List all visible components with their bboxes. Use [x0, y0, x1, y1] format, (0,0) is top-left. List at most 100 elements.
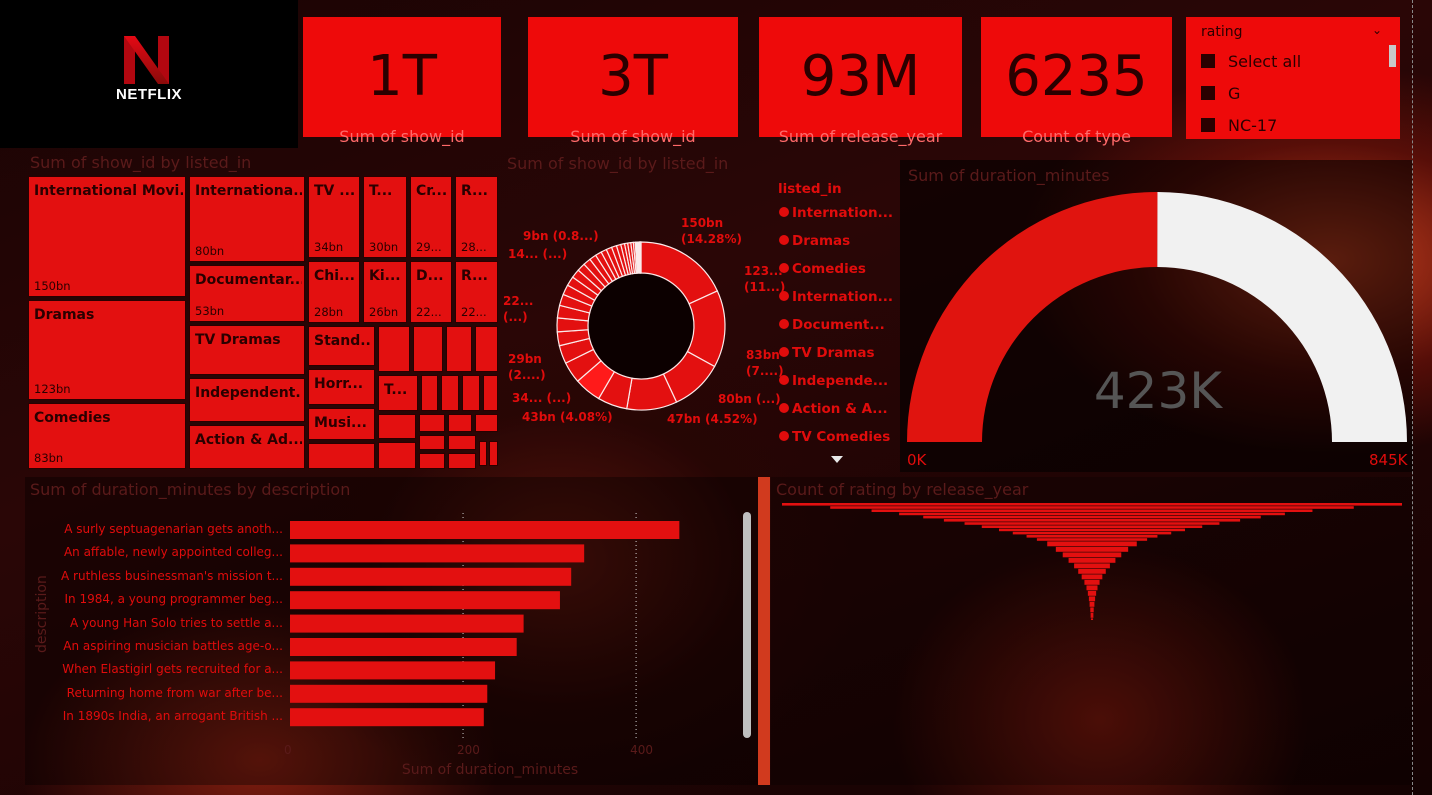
donut-data-label: 47bn (4.52%): [667, 412, 758, 426]
bar-scrollbar[interactable]: [743, 512, 751, 738]
treemap-tile[interactable]: TV Dramas: [189, 325, 305, 375]
treemap-tile[interactable]: Cr... 29...: [410, 176, 452, 258]
kpi-label: Sum of release_year: [778, 127, 943, 146]
donut-data-label: 29bn (2....): [508, 352, 546, 382]
donut-data-label: 43bn (4.08%): [522, 410, 613, 424]
donut-data-label: 150bn (14.28%): [681, 216, 742, 246]
treemap-tile[interactable]: [441, 375, 459, 411]
slicer-option-nc-17[interactable]: NC-17: [1201, 116, 1277, 135]
donut-data-label: 34... (...): [512, 391, 572, 405]
treemap-tile[interactable]: [378, 326, 410, 372]
treemap-tile[interactable]: Dramas 123bn: [28, 300, 186, 400]
kpi-card-sum-release-year[interactable]: 93M Sum of release_year: [759, 17, 962, 146]
treemap-tile[interactable]: Musi...: [308, 408, 375, 440]
funnel-bar: [871, 509, 1313, 512]
legend-item[interactable]: Internation...: [779, 289, 893, 305]
checkbox-icon[interactable]: [1201, 118, 1215, 132]
treemap-tile[interactable]: [419, 453, 445, 469]
legend-item[interactable]: Independe...: [779, 373, 888, 389]
funnel-bar: [1090, 612, 1094, 618]
treemap-tile[interactable]: Stand...: [308, 326, 375, 366]
treemap-tile[interactable]: D... 22...: [410, 261, 452, 323]
kpi-card-count-of-type[interactable]: 6235 Count of type: [981, 17, 1172, 146]
treemap-tile[interactable]: TV ... 34bn: [308, 176, 360, 258]
legend-item[interactable]: Document...: [779, 317, 885, 333]
funnel-bar: [1068, 557, 1116, 563]
bar: [290, 684, 488, 703]
funnel-bar: [1086, 585, 1098, 591]
treemap-tile[interactable]: [489, 441, 498, 466]
treemap-tile[interactable]: Comedies 83bn: [28, 403, 186, 469]
funnel-bar: [1089, 601, 1095, 607]
legend-item[interactable]: Comedies: [779, 261, 866, 277]
treemap-tile[interactable]: [378, 414, 416, 439]
treemap-tile[interactable]: Horr...: [308, 369, 375, 405]
chevron-down-icon[interactable]: ⌄: [1372, 23, 1382, 37]
treemap-tile[interactable]: [419, 414, 445, 432]
donut-data-label: 22... (...): [503, 294, 534, 324]
slicer-title: rating: [1201, 24, 1243, 40]
treemap-tile[interactable]: Action & Ad...: [189, 425, 305, 469]
treemap-tile[interactable]: [479, 441, 487, 466]
treemap-tile[interactable]: [462, 375, 480, 411]
treemap-tile[interactable]: Ki... 26bn: [363, 261, 407, 323]
treemap-tile[interactable]: International Movi... 150bn: [28, 176, 186, 297]
x-tick-label: 200: [457, 743, 480, 757]
checkbox-icon[interactable]: [1201, 86, 1215, 100]
funnel-bar: [830, 506, 1354, 509]
slicer-option-g[interactable]: G: [1201, 84, 1240, 103]
funnel-bar: [1055, 546, 1129, 552]
treemap-tile[interactable]: T... 30bn: [363, 176, 407, 258]
gauge-min-label: 0K: [907, 451, 927, 469]
funnel-bar: [899, 512, 1285, 516]
treemap-tile[interactable]: R... 22...: [455, 261, 498, 323]
checkbox-icon[interactable]: [1201, 54, 1215, 68]
treemap-tile[interactable]: [448, 414, 472, 432]
kpi-card-sum-show-id-2[interactable]: 3T Sum of show_id: [528, 17, 738, 146]
slicer-scrollbar[interactable]: [1389, 45, 1396, 67]
treemap-tile[interactable]: Internationa... 80bn: [189, 176, 305, 262]
donut-data-label: 80bn (...): [718, 392, 781, 406]
legend-item[interactable]: TV Dramas: [779, 345, 875, 361]
treemap-tile[interactable]: [308, 443, 375, 469]
legend-item[interactable]: Internation...: [779, 205, 893, 221]
bar: [290, 521, 680, 539]
kpi-value: 93M: [800, 44, 921, 109]
funnel-bar: [1078, 568, 1106, 574]
legend-item[interactable]: TV Comedies: [779, 429, 890, 445]
treemap-tile[interactable]: [378, 442, 416, 469]
gauge-max-label: 845K: [1369, 451, 1408, 469]
legend-item[interactable]: Dramas: [779, 233, 850, 249]
treemap-tile[interactable]: Chi... 28bn: [308, 261, 360, 323]
treemap-tile[interactable]: [448, 435, 476, 450]
treemap-tile[interactable]: [475, 326, 498, 372]
rating-slicer[interactable]: rating ⌄ Select all G NC-17: [1186, 17, 1400, 139]
treemap-tile[interactable]: [421, 375, 438, 411]
treemap-tile[interactable]: [483, 375, 498, 411]
funnel-bar: [1047, 541, 1137, 547]
slicer-option-select-all[interactable]: Select all: [1201, 52, 1301, 71]
funnel-bar: [1026, 535, 1158, 538]
treemap-tile[interactable]: [448, 453, 476, 469]
treemap-tile[interactable]: R... 28...: [455, 176, 498, 258]
legend-item[interactable]: Action & A...: [779, 401, 888, 417]
donut-data-label: 14... (...): [508, 247, 568, 261]
bar-category-label: In 1984, a young programmer beg...: [64, 592, 283, 607]
treemap-title: Sum of show_id by listed_in: [30, 153, 252, 172]
treemap-tile[interactable]: [413, 326, 443, 372]
legend-scroll-down-icon[interactable]: [831, 456, 843, 463]
gauge-title: Sum of duration_minutes: [908, 166, 1110, 185]
funnel-chart: [782, 503, 1402, 620]
bar-category-label: In 1890s India, an arrogant British ...: [62, 709, 283, 724]
funnel-bar: [1074, 563, 1110, 569]
treemap-tile[interactable]: Independent...: [189, 378, 305, 422]
treemap-tile[interactable]: Documentar... 53bn: [189, 265, 305, 322]
gauge-value: 423K: [1093, 362, 1223, 420]
bar: [290, 614, 524, 633]
treemap-tile[interactable]: [419, 435, 445, 450]
treemap-tile[interactable]: [446, 326, 472, 372]
bar: [290, 661, 496, 680]
treemap-tile[interactable]: [475, 414, 498, 432]
treemap-tile[interactable]: T...: [378, 375, 418, 411]
kpi-card-sum-show-id-1[interactable]: 1T Sum of show_id: [303, 17, 501, 146]
